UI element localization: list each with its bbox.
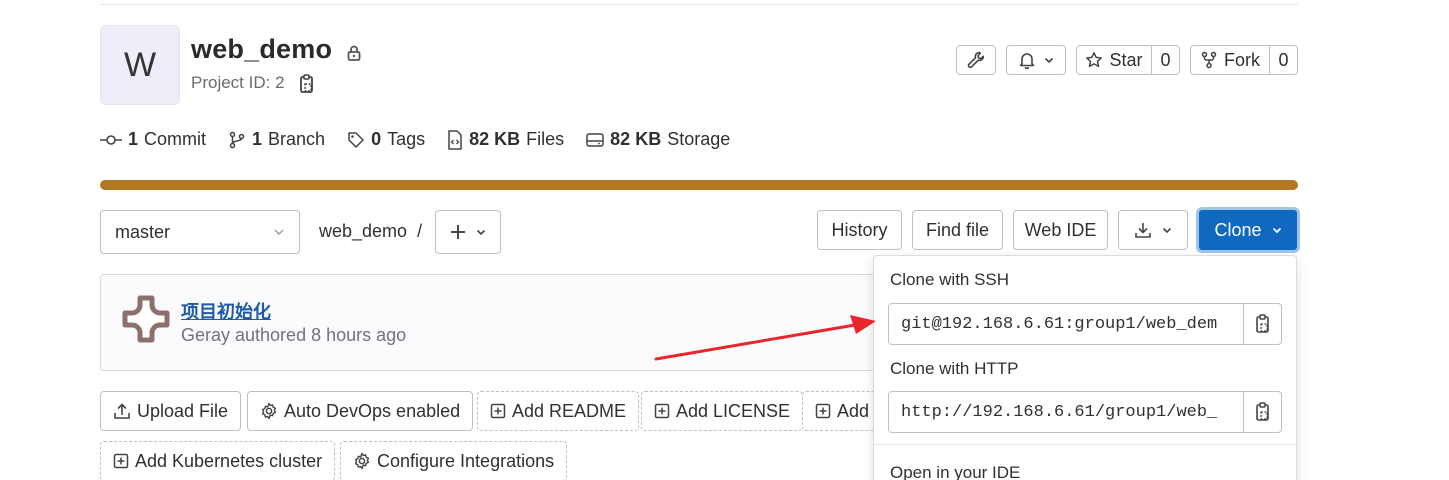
stat-label: Files (526, 129, 565, 149)
commit-meta: Geray authored 8 hours ago (181, 325, 407, 345)
disk-icon (586, 132, 604, 148)
avatar-letter: W (123, 45, 157, 84)
clipboard-icon (1254, 402, 1272, 422)
notification-dropdown[interactable] (1006, 45, 1066, 75)
breadcrumb: web_demo / (319, 221, 422, 242)
breadcrumb-separator: / (417, 221, 423, 241)
commit-author-avatar[interactable] (122, 295, 170, 343)
action-label: Upload File (137, 400, 229, 421)
project-id: Project ID: 2 (191, 73, 285, 92)
stat-label: Commit (144, 129, 207, 149)
action-label: Add README (512, 400, 627, 421)
chevron-down-icon (1272, 225, 1282, 235)
stat-label: Branch (268, 129, 326, 149)
star-icon (1085, 51, 1103, 69)
download-dropdown[interactable] (1118, 210, 1188, 250)
copy-http-url-button[interactable] (1243, 392, 1281, 432)
gear-icon (260, 402, 278, 420)
wrench-icon (966, 50, 986, 70)
stat-files[interactable]: 82 KB Files (447, 129, 564, 150)
find-file-button[interactable]: Find file (912, 210, 1003, 250)
gear-icon (353, 452, 371, 470)
chevron-down-icon (1044, 55, 1054, 65)
fork-label: Fork (1224, 49, 1260, 70)
project-avatar[interactable]: W (100, 25, 180, 105)
breadcrumb-root[interactable]: web_demo (319, 221, 407, 241)
clone-ssh-url[interactable]: git@192.168.6.61:group1/web_dem (889, 304, 1243, 344)
clipboard-icon (1254, 314, 1272, 334)
add-to-tree-dropdown[interactable] (435, 210, 501, 254)
configure-integrations-button[interactable]: Configure Integrations (340, 441, 568, 480)
copy-ssh-url-button[interactable] (1243, 304, 1281, 344)
project-title[interactable]: web_demo (191, 34, 332, 65)
upload-file-button[interactable]: Upload File (100, 391, 242, 431)
commit-icon (100, 133, 122, 147)
plus-square-icon (113, 453, 129, 469)
dropdown-divider (874, 444, 1296, 445)
bell-icon (1018, 51, 1036, 69)
stat-value: 82 KB (469, 129, 521, 149)
action-label: Auto DevOps enabled (284, 400, 461, 421)
stat-label: Storage (667, 129, 731, 149)
action-label: Add (837, 400, 870, 421)
fork-icon (1200, 51, 1218, 69)
file-code-icon (447, 129, 463, 150)
clone-button[interactable]: Clone (1196, 207, 1300, 253)
plus-square-icon (815, 403, 831, 419)
action-label: Add Kubernetes cluster (135, 450, 323, 471)
clone-button-label: Clone (1214, 219, 1262, 240)
clone-ssh-label: Clone with SSH (890, 270, 1010, 289)
commit-title-link[interactable]: 项目初始化 (181, 298, 271, 324)
chevron-down-icon (273, 227, 285, 237)
annotation-arrow (650, 310, 890, 370)
clone-ssh-field[interactable]: git@192.168.6.61:group1/web_dem (888, 303, 1282, 345)
plus-square-icon (490, 403, 506, 419)
star-count[interactable]: 0 (1151, 46, 1179, 74)
lock-icon (345, 44, 363, 62)
branch-select[interactable]: master (100, 210, 300, 254)
stat-storage[interactable]: 82 KB Storage (586, 129, 730, 150)
download-icon (1134, 221, 1152, 239)
clone-http-url[interactable]: http://192.168.6.61/group1/web_ (889, 392, 1243, 432)
star-button[interactable]: Star 0 (1076, 45, 1180, 75)
clone-http-field[interactable]: http://192.168.6.61/group1/web_ (888, 391, 1282, 433)
clone-dropdown-menu: Clone with SSH git@192.168.6.61:group1/w… (873, 255, 1297, 480)
branch-icon (228, 131, 246, 149)
action-label: Configure Integrations (377, 450, 555, 471)
stat-commits[interactable]: 1 Commit (100, 129, 206, 150)
fork-count[interactable]: 0 (1269, 46, 1297, 74)
stat-value: 1 (252, 129, 263, 149)
repository-language-bar[interactable] (100, 180, 1298, 190)
settings-wrench-button[interactable] (956, 45, 996, 75)
history-button[interactable]: History (817, 210, 902, 250)
clone-http-label: Clone with HTTP (890, 359, 1019, 378)
stat-value: 82 KB (610, 129, 662, 149)
add-license-button[interactable]: Add LICENSE (641, 391, 804, 431)
top-divider (100, 4, 1298, 5)
stat-tags[interactable]: 0 Tags (347, 129, 425, 150)
tag-icon (347, 131, 365, 149)
action-label: Add LICENSE (676, 400, 791, 421)
stat-value: 1 (128, 129, 139, 149)
plus-icon (450, 224, 466, 240)
web-ide-button[interactable]: Web IDE (1013, 210, 1108, 250)
add-changelog-button[interactable]: Add (802, 391, 882, 431)
fork-button[interactable]: Fork 0 (1190, 45, 1298, 75)
star-label: Star (1109, 49, 1143, 70)
stat-label: Tags (387, 129, 426, 149)
add-readme-button[interactable]: Add README (477, 391, 640, 431)
stat-branches[interactable]: 1 Branch (228, 129, 325, 150)
plus-square-icon (654, 403, 670, 419)
upload-icon (113, 402, 131, 420)
auto-devops-button[interactable]: Auto DevOps enabled (247, 391, 474, 431)
chevron-down-icon (1162, 225, 1172, 235)
open-in-ide-label: Open in your IDE (890, 463, 1021, 480)
add-kubernetes-cluster-button[interactable]: Add Kubernetes cluster (100, 441, 336, 480)
branch-select-value: master (115, 221, 171, 242)
copy-project-id-icon[interactable] (298, 74, 316, 94)
stat-value: 0 (371, 129, 382, 149)
chevron-down-icon (476, 227, 486, 237)
project-stats: 1 Commit 1 Branch 0 Tags 82 KB Files 82 KB St… (100, 129, 730, 150)
